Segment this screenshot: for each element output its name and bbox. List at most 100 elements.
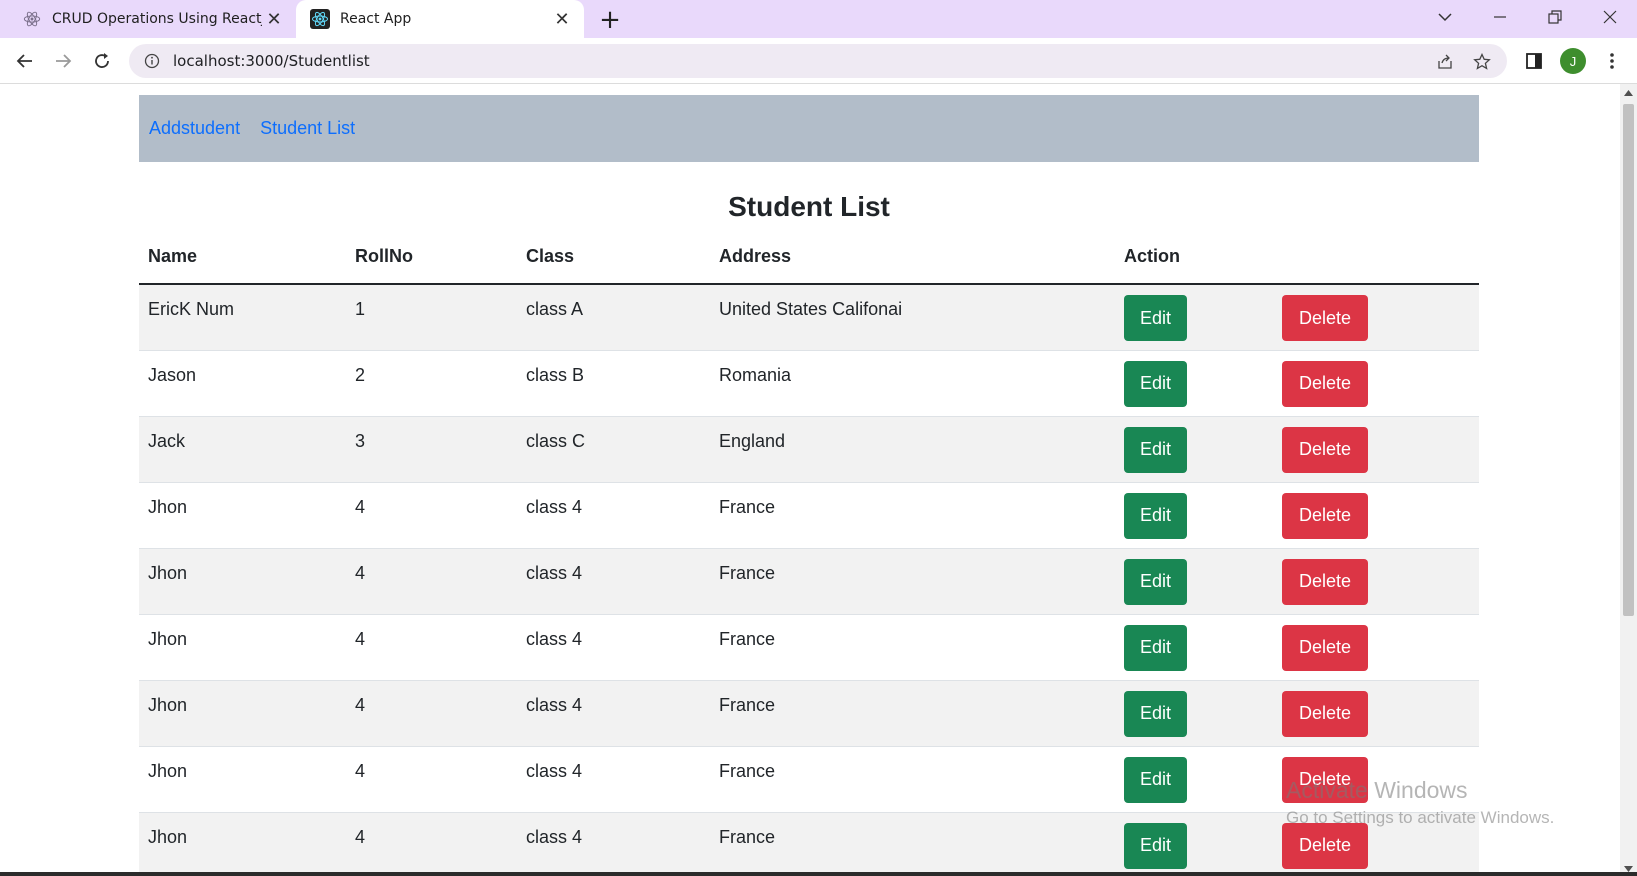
edit-button[interactable]: Edit: [1124, 558, 1187, 605]
delete-button[interactable]: Delete: [1282, 822, 1368, 869]
cell-edit: Edit: [1115, 416, 1273, 483]
cell-address: France: [710, 614, 1115, 681]
tab-title: React App: [340, 11, 412, 27]
cell-class: class C: [517, 416, 710, 483]
restore-icon[interactable]: [1530, 0, 1580, 34]
cell-rollno: 1: [346, 284, 517, 351]
cell-class: class 4: [517, 548, 710, 615]
cell-edit: Edit: [1115, 746, 1273, 813]
close-tab-icon[interactable]: ✕: [550, 7, 574, 31]
edit-button[interactable]: Edit: [1124, 822, 1187, 869]
table-row: Jason 2 class B Romania Edit Delete: [139, 350, 1479, 417]
tab-search-chevron-icon[interactable]: [1420, 0, 1470, 34]
cell-name: Jhon: [139, 746, 346, 813]
new-tab-icon[interactable]: +: [596, 6, 624, 34]
forward-icon[interactable]: [47, 45, 79, 77]
watermark-title: Activate Windows: [1286, 777, 1468, 803]
cell-delete: Delete: [1273, 548, 1479, 615]
cell-delete: Delete: [1273, 482, 1479, 549]
menu-kebab-icon[interactable]: [1596, 45, 1628, 77]
close-window-icon[interactable]: [1585, 0, 1635, 34]
watermark-subtitle: Go to Settings to activate Windows.: [1286, 808, 1555, 827]
cell-rollno: 4: [346, 548, 517, 615]
delete-button[interactable]: Delete: [1282, 295, 1368, 341]
avatar[interactable]: J: [1560, 48, 1586, 74]
url-text[interactable]: localhost:3000/Studentlist: [173, 52, 370, 70]
cell-name: Jack: [139, 416, 346, 483]
cell-edit: Edit: [1115, 284, 1273, 351]
cell-address: United States Califonai: [710, 284, 1115, 351]
cell-edit: Edit: [1115, 614, 1273, 681]
close-tab-icon[interactable]: ✕: [262, 7, 286, 31]
page-viewport: Addstudent Student List Student List Nam…: [0, 84, 1620, 876]
cell-class: class 4: [517, 482, 710, 549]
cell-delete: Delete: [1273, 614, 1479, 681]
cell-edit: Edit: [1115, 482, 1273, 549]
cell-class: class B: [517, 350, 710, 417]
edit-button[interactable]: Edit: [1124, 690, 1187, 737]
back-icon[interactable]: [9, 45, 41, 77]
page-title: Student List: [728, 191, 890, 222]
cell-name: Jhon: [139, 548, 346, 615]
address-bar[interactable]: localhost:3000/Studentlist: [129, 44, 1507, 78]
delete-button[interactable]: Delete: [1282, 492, 1368, 539]
cell-class: class A: [517, 284, 710, 351]
delete-button[interactable]: Delete: [1282, 360, 1368, 407]
cell-edit: Edit: [1115, 350, 1273, 417]
cell-name: Jason: [139, 350, 346, 417]
nav-link-addstudent[interactable]: Addstudent: [149, 118, 240, 139]
table-row: Jhon 4 class 4 France Edit Delete: [139, 548, 1479, 615]
cell-rollno: 2: [346, 350, 517, 417]
minimize-icon[interactable]: [1475, 0, 1525, 34]
edit-button[interactable]: Edit: [1124, 756, 1187, 803]
edit-button[interactable]: Edit: [1124, 426, 1187, 473]
cell-address: France: [710, 680, 1115, 747]
table-row: Jack 3 class C England Edit Delete: [139, 416, 1479, 483]
cell-delete: Delete: [1273, 350, 1479, 417]
cell-delete: Delete: [1273, 416, 1479, 483]
cell-edit: Edit: [1115, 680, 1273, 747]
delete-button[interactable]: Delete: [1282, 690, 1368, 737]
cell-rollno: 4: [346, 614, 517, 681]
edit-button[interactable]: Edit: [1124, 295, 1187, 341]
edit-button[interactable]: Edit: [1124, 360, 1187, 407]
delete-button[interactable]: Delete: [1282, 624, 1368, 671]
top-nav: Addstudent Student List: [139, 95, 1479, 162]
delete-button[interactable]: Delete: [1282, 426, 1368, 473]
cell-rollno: 4: [346, 482, 517, 549]
cell-rollno: 4: [346, 680, 517, 747]
tab-crud-operations[interactable]: CRUD Operations Using ReactJS ✕: [0, 0, 296, 38]
cell-delete: Delete: [1273, 680, 1479, 747]
scrollbar-thumb[interactable]: [1623, 104, 1634, 616]
nav-link-student-list[interactable]: Student List: [260, 118, 355, 139]
scroll-up-arrow-icon[interactable]: [1624, 88, 1633, 97]
cell-rollno: 4: [346, 812, 517, 876]
bookmark-star-icon[interactable]: [1470, 50, 1494, 74]
cell-address: France: [710, 482, 1115, 549]
cell-name: EricK Num: [139, 284, 346, 351]
cell-class: class 4: [517, 614, 710, 681]
share-icon[interactable]: [1433, 50, 1457, 74]
taskbar-edge: [0, 872, 1637, 876]
delete-button[interactable]: Delete: [1282, 558, 1368, 605]
column-header-rollno: RollNo: [346, 230, 517, 285]
cell-name: Jhon: [139, 482, 346, 549]
cell-address: France: [710, 746, 1115, 813]
reload-icon[interactable]: [86, 45, 118, 77]
edit-button[interactable]: Edit: [1124, 624, 1187, 671]
cell-address: Romania: [710, 350, 1115, 417]
react-favicon-icon: [310, 9, 330, 29]
site-info-icon[interactable]: [141, 50, 163, 72]
table-row: Jhon 4 class 4 France Edit Delete: [139, 614, 1479, 681]
activate-windows-watermark: Activate Windows Go to Settings to activ…: [1286, 777, 1554, 828]
cell-class: class 4: [517, 746, 710, 813]
edit-button[interactable]: Edit: [1124, 492, 1187, 539]
vertical-scrollbar[interactable]: [1620, 84, 1637, 876]
side-panel-icon[interactable]: [1518, 45, 1550, 77]
student-table: Name RollNo Class Address Action EricK N…: [139, 230, 1479, 876]
cell-edit: Edit: [1115, 812, 1273, 876]
cell-name: Jhon: [139, 680, 346, 747]
tab-react-app[interactable]: React App ✕: [296, 0, 584, 38]
cell-address: France: [710, 812, 1115, 876]
column-header-action: Action: [1115, 230, 1273, 285]
